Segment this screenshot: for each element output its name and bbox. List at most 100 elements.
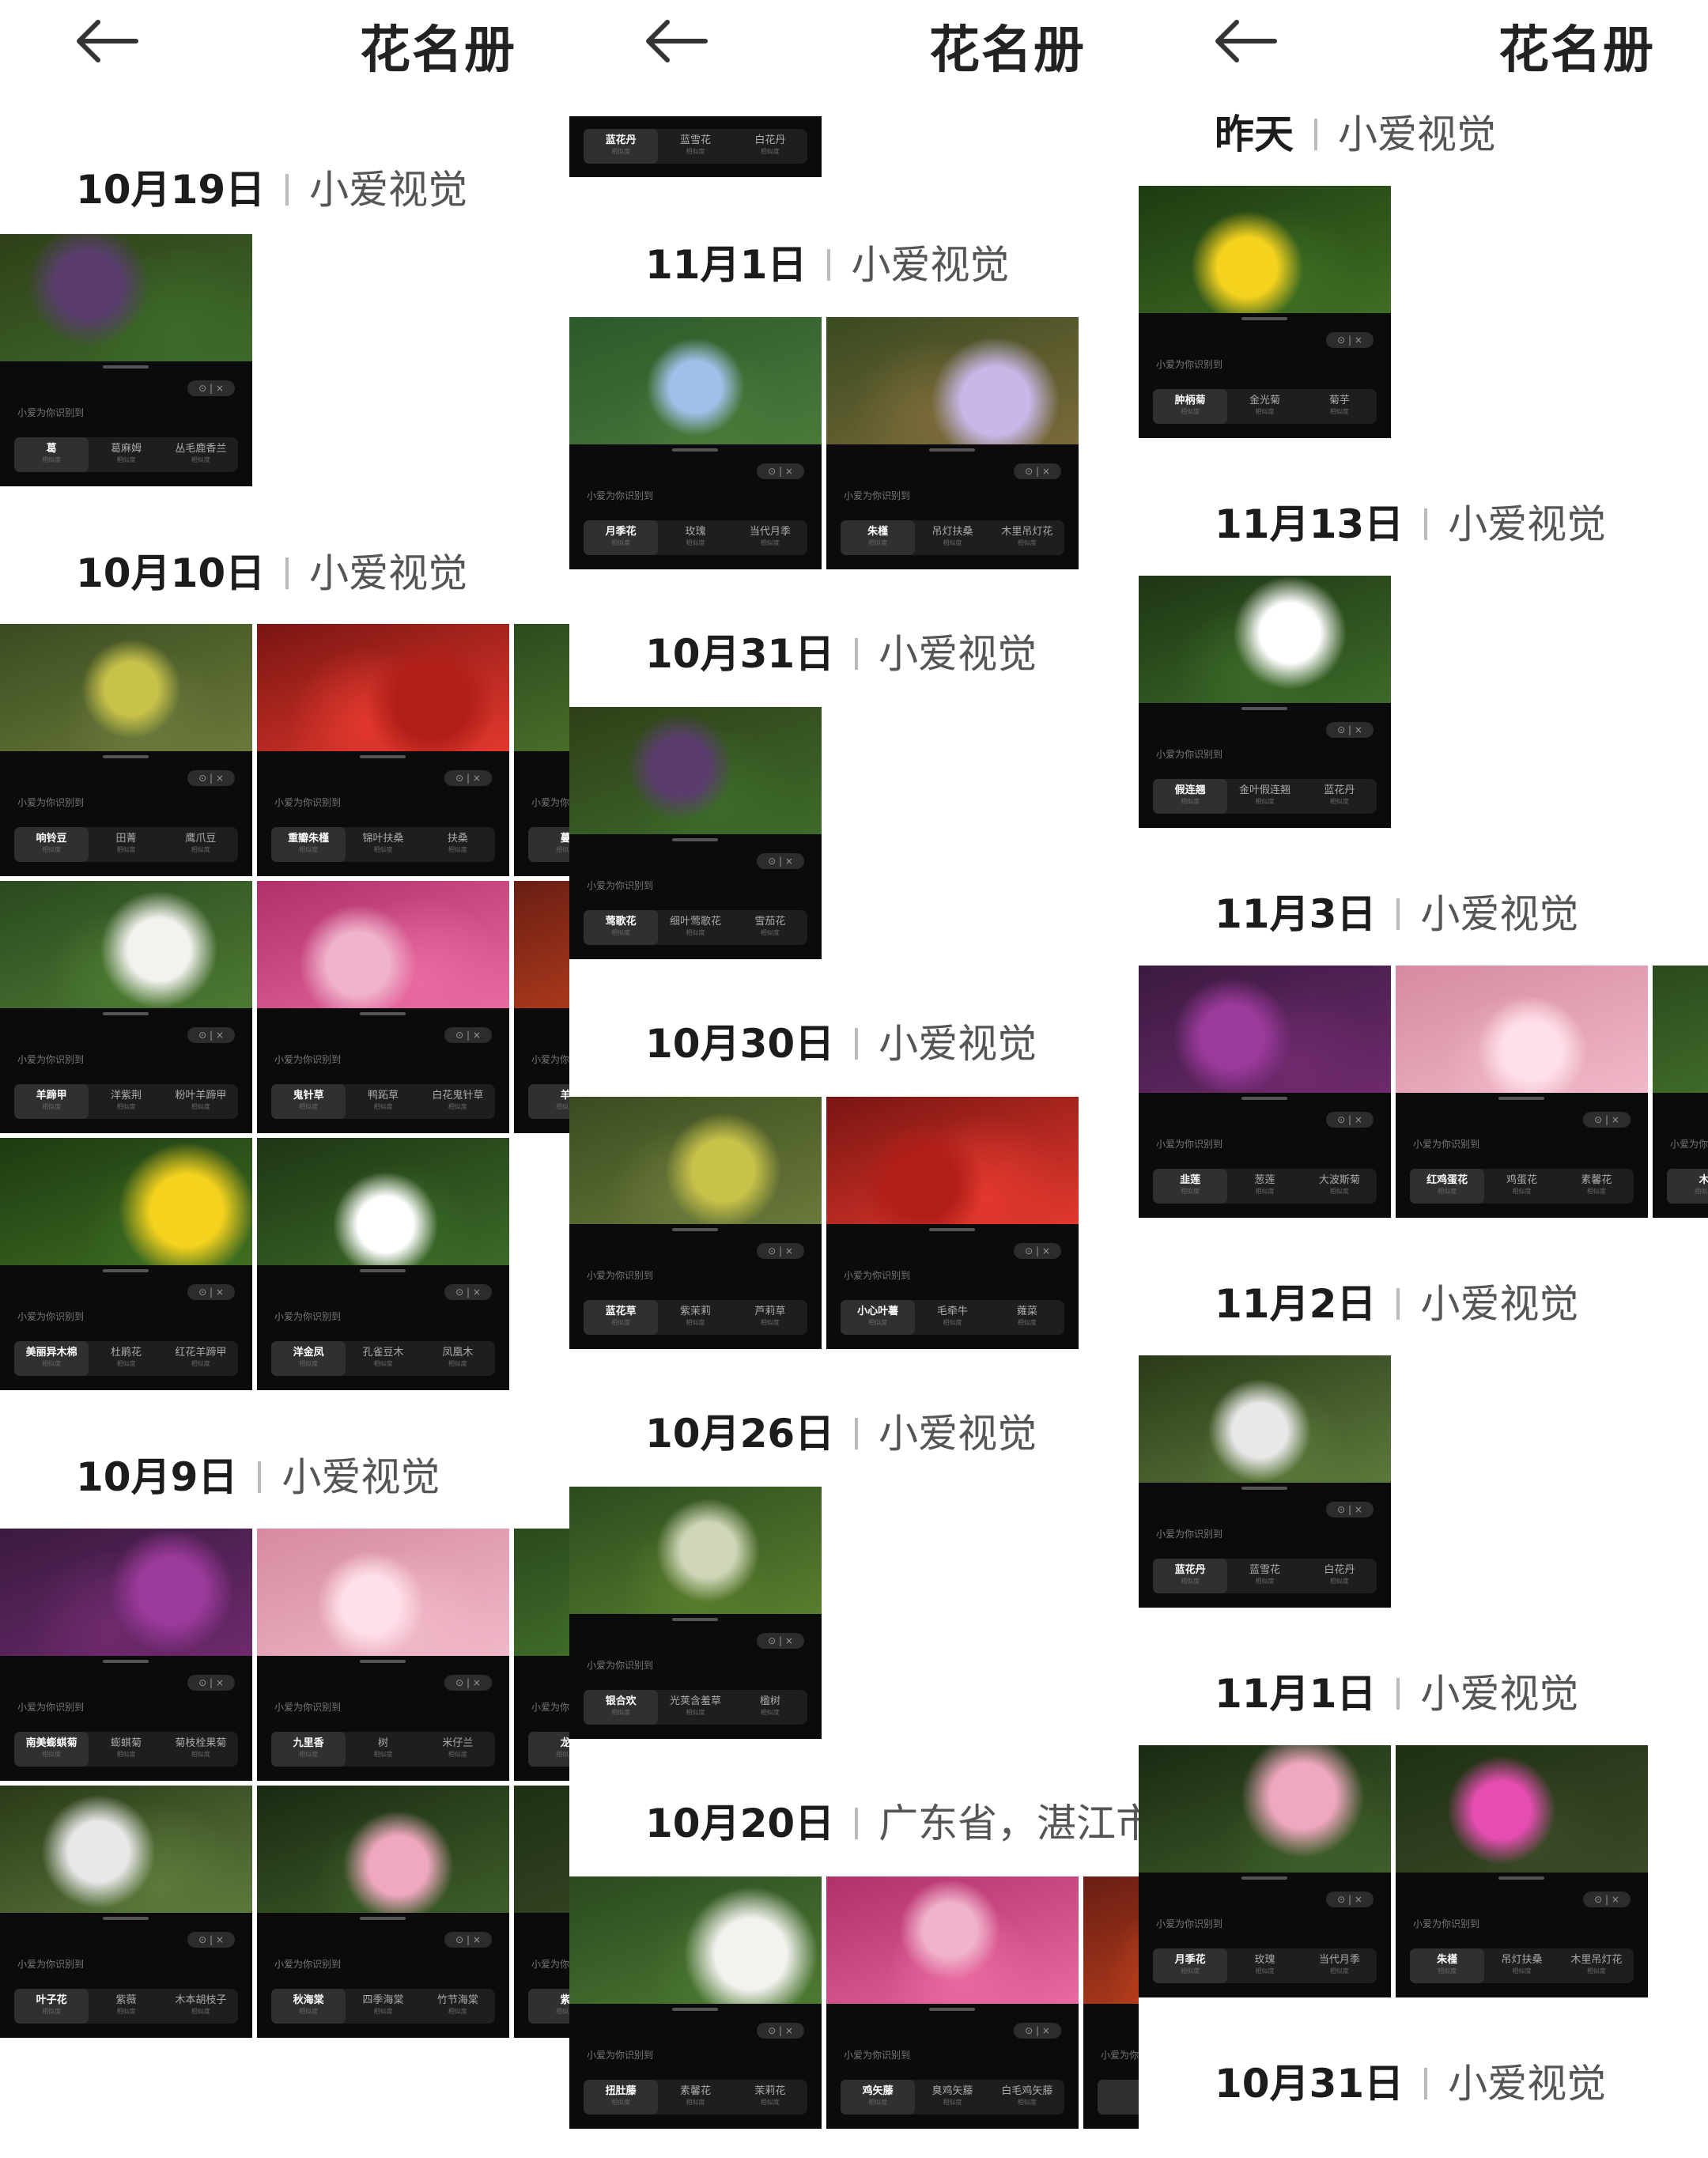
result-chip[interactable]: 蕹菜 相似度 bbox=[990, 1300, 1064, 1335]
result-chip[interactable]: 木相似度 bbox=[1667, 1169, 1708, 1204]
flower-card[interactable]: ⊙ | ×小爱为你识别到龙相似度 bbox=[514, 1529, 569, 1781]
result-chip[interactable]: 白花丹 相似度 bbox=[1302, 1559, 1377, 1593]
result-chip[interactable]: 银合欢 相似度 bbox=[584, 1690, 659, 1725]
sheet-controls[interactable]: ⊙ | × bbox=[1326, 1112, 1374, 1128]
result-chip[interactable]: 蓝雪花 相似度 bbox=[1227, 1559, 1302, 1593]
result-chip[interactable]: 白花丹 相似度 bbox=[733, 129, 807, 164]
result-chip[interactable]: 光荚含羞草 相似度 bbox=[658, 1690, 732, 1725]
back-arrow-icon[interactable] bbox=[642, 17, 709, 65]
sheet-controls[interactable]: ⊙ | × bbox=[444, 770, 492, 786]
flower-card[interactable]: ⊙ | × 小爱为你识别到 响铃豆 相似度 田菁 相似度 鹰爪豆 相似度 bbox=[0, 624, 252, 876]
result-chip[interactable]: 重瓣朱槿 相似度 bbox=[271, 827, 346, 862]
drag-handle[interactable] bbox=[1498, 1097, 1544, 1100]
sheet-controls[interactable]: ⊙ | × bbox=[757, 2023, 804, 2039]
result-chip[interactable]: 羊蹄甲 相似度 bbox=[14, 1084, 89, 1119]
result-chip[interactable]: 鸡蛋花 相似度 bbox=[1484, 1169, 1559, 1204]
result-chip[interactable]: 杜鹃花 相似度 bbox=[89, 1341, 163, 1376]
result-chip[interactable]: 金叶假连翘 相似度 bbox=[1227, 779, 1302, 814]
result-chip[interactable]: 孔雀豆木 相似度 bbox=[346, 1341, 420, 1376]
sheet-controls[interactable]: ⊙ | × bbox=[187, 770, 235, 786]
drag-handle[interactable] bbox=[360, 1917, 406, 1920]
result-chip[interactable]: 粉叶羊蹄甲 相似度 bbox=[164, 1084, 238, 1119]
result-chip[interactable]: 九里香 相似度 bbox=[271, 1732, 346, 1767]
result-chip[interactable]: 扶桑 相似度 bbox=[421, 827, 495, 862]
flower-card[interactable]: ⊙ | × 小爱为你识别到 鬼针草 相似度 鸭跖草 相似度 白花鬼针草 相似度 bbox=[257, 881, 509, 1133]
drag-handle[interactable] bbox=[103, 1269, 149, 1272]
result-chip[interactable]: 吊灯扶桑 相似度 bbox=[915, 520, 989, 555]
sheet-controls[interactable]: ⊙ | × bbox=[1014, 463, 1061, 479]
drag-handle[interactable] bbox=[1241, 707, 1287, 710]
sheet-controls[interactable]: ⊙ | × bbox=[1583, 1892, 1631, 1907]
result-chip[interactable]: 当代月季 相似度 bbox=[733, 520, 807, 555]
flower-card[interactable]: ⊙ | × 小爱为你识别到 假连翘 相似度 金叶假连翘 相似度 蓝花丹 相似度 bbox=[1139, 576, 1391, 828]
result-chip[interactable]: 菊芋 相似度 bbox=[1302, 389, 1377, 424]
drag-handle[interactable] bbox=[1241, 1487, 1287, 1490]
drag-handle[interactable] bbox=[929, 2008, 975, 2011]
drag-handle[interactable] bbox=[1241, 1097, 1287, 1100]
result-chip[interactable]: 洋金凤 相似度 bbox=[271, 1341, 346, 1376]
flower-card[interactable]: ⊙ | × 小爱为你识别到 秋海棠 相似度 四季海棠 相似度 竹节海棠 相似度 bbox=[257, 1786, 509, 2038]
result-chip[interactable]: 红花羊蹄甲 相似度 bbox=[164, 1341, 238, 1376]
result-chip[interactable]: 朱槿 相似度 bbox=[841, 520, 916, 555]
flower-card[interactable]: ⊙ | × 小爱为你识别到 朱槿 相似度 吊灯扶桑 相似度 木里吊灯花 相似度 bbox=[826, 317, 1079, 569]
result-chip[interactable]: 紫相似度 bbox=[528, 1989, 569, 2024]
result-chip[interactable]: 假连翘 相似度 bbox=[1153, 779, 1228, 814]
flower-card[interactable]: ⊙ | ×小爱为你识别到羊相似度 bbox=[514, 881, 569, 1133]
back-arrow-icon[interactable] bbox=[73, 17, 139, 65]
sheet-controls[interactable]: ⊙ | × bbox=[1326, 1502, 1374, 1517]
sheet-controls[interactable]: ⊙ | × bbox=[444, 1675, 492, 1691]
result-chip[interactable]: 响铃豆 相似度 bbox=[14, 827, 89, 862]
flower-card[interactable]: ⊙ | × 小爱为你识别到 洋金凤 相似度 孔雀豆木 相似度 凤凰木 相似度 bbox=[257, 1138, 509, 1390]
result-chip[interactable]: 树相似度 bbox=[346, 1732, 420, 1767]
result-chip[interactable]: 蓝花丹 相似度 bbox=[1153, 1559, 1228, 1593]
result-chip[interactable]: 紫茉莉 相似度 bbox=[658, 1300, 732, 1335]
result-chip[interactable]: 羊相似度 bbox=[528, 1084, 569, 1119]
result-chip[interactable]: 雪茄花 相似度 bbox=[733, 910, 807, 945]
result-chip[interactable]: 毛牵牛 相似度 bbox=[915, 1300, 989, 1335]
result-chip[interactable]: 茉莉花 相似度 bbox=[733, 2080, 807, 2115]
sheet-controls[interactable]: ⊙ | × bbox=[1326, 1892, 1374, 1907]
result-chip[interactable]: 月季花 相似度 bbox=[584, 520, 659, 555]
flower-card[interactable]: ⊙ | × 小爱为你识别到 月季花 相似度 玫瑰 相似度 当代月季 相似度 bbox=[1139, 1745, 1391, 1997]
flower-card[interactable]: ⊙ | × 小爱为你识别到 叶子花 相似度 紫薇 相似度 木本胡枝子 相似度 bbox=[0, 1786, 252, 2038]
result-chip[interactable]: 蓝花草 相似度 bbox=[584, 1300, 659, 1335]
result-chip[interactable]: 大波斯菊 相似度 bbox=[1302, 1169, 1377, 1204]
result-chip[interactable]: 莺歌花 相似度 bbox=[584, 910, 659, 945]
result-chip[interactable]: 小心叶薯 相似度 bbox=[841, 1300, 916, 1335]
drag-handle[interactable] bbox=[1241, 317, 1287, 320]
result-chip[interactable]: 鹰爪豆 相似度 bbox=[164, 827, 238, 862]
sheet-controls[interactable]: ⊙ | × bbox=[187, 1932, 235, 1948]
result-chip[interactable]: 龙相似度 bbox=[528, 1732, 569, 1767]
result-chip[interactable]: 素馨花 相似度 bbox=[1559, 1169, 1634, 1204]
flower-card[interactable]: ⊙ | × 小爱为你识别到 小心叶薯 相似度 毛牵牛 相似度 蕹菜 相似度 bbox=[826, 1097, 1079, 1349]
result-chip[interactable]: 紫薇 相似度 bbox=[89, 1989, 163, 2024]
sheet-controls[interactable]: ⊙ | × bbox=[187, 1675, 235, 1691]
flower-card[interactable]: ⊙ | × 小爱为你识别到 韭莲 相似度 葱莲 相似度 大波斯菊 相似度 bbox=[1139, 966, 1391, 1218]
flower-card[interactable]: ⊙ | × 小爱为你识别到 南美蟛蜞菊 相似度 蟛蜞菊 相似度 菊枝栓果菊 相似度 bbox=[0, 1529, 252, 1781]
result-chip[interactable]: 韭莲 相似度 bbox=[1153, 1169, 1228, 1204]
result-chip[interactable]: 玫瑰 相似度 bbox=[658, 520, 732, 555]
result-chip[interactable]: 蓝花丹 相似度 bbox=[584, 129, 659, 164]
drag-handle[interactable] bbox=[103, 1012, 149, 1015]
drag-handle[interactable] bbox=[929, 1228, 975, 1231]
drag-handle[interactable] bbox=[672, 448, 718, 452]
flower-card[interactable]: ⊙ | × 小爱为你识别到 蓝花草 相似度 紫茉莉 相似度 芦莉草 相似度 bbox=[569, 1097, 822, 1349]
drag-handle[interactable] bbox=[360, 1012, 406, 1015]
result-chip[interactable]: 丛毛鹿香兰 相似度 bbox=[164, 437, 238, 472]
sheet-controls[interactable]: ⊙ | × bbox=[1014, 2023, 1061, 2039]
result-chip[interactable]: 竹节海棠 相似度 bbox=[421, 1989, 495, 2024]
drag-handle[interactable] bbox=[103, 755, 149, 758]
flower-card[interactable]: ⊙ | × 小爱为你识别到 莺歌花 相似度 细叶莺歌花 相似度 雪茄花 相似度 bbox=[569, 707, 822, 959]
flower-card[interactable]: ⊙ | × 小爱为你识别到 月季花 相似度 玫瑰 相似度 当代月季 相似度 bbox=[569, 317, 822, 569]
result-chip[interactable]: 玫瑰 相似度 bbox=[1227, 1948, 1302, 1983]
sheet-controls[interactable]: ⊙ | × bbox=[1583, 1112, 1631, 1128]
result-chip[interactable]: 凤凰木 相似度 bbox=[421, 1341, 495, 1376]
result-chip[interactable]: 芦莉草 相似度 bbox=[733, 1300, 807, 1335]
result-chip[interactable]: 洋紫荆 相似度 bbox=[89, 1084, 163, 1119]
flower-card[interactable]: ⊙ | × 小爱为你识别到葛相似度 葛麻姆 相似度 丛毛鹿香兰 相似度 bbox=[0, 234, 252, 486]
result-chip[interactable]: 鸡矢藤 相似度 bbox=[841, 2080, 916, 2115]
flower-card[interactable]: ⊙ | × 小爱为你识别到 鸡矢藤 相似度 臭鸡矢藤 相似度 白毛鸡矢藤 相似度 bbox=[826, 1876, 1079, 2129]
result-chip[interactable] bbox=[1098, 2080, 1139, 2115]
result-chip[interactable]: 素馨花 相似度 bbox=[658, 2080, 732, 2115]
sheet-controls[interactable]: ⊙ | × bbox=[1014, 1243, 1061, 1259]
